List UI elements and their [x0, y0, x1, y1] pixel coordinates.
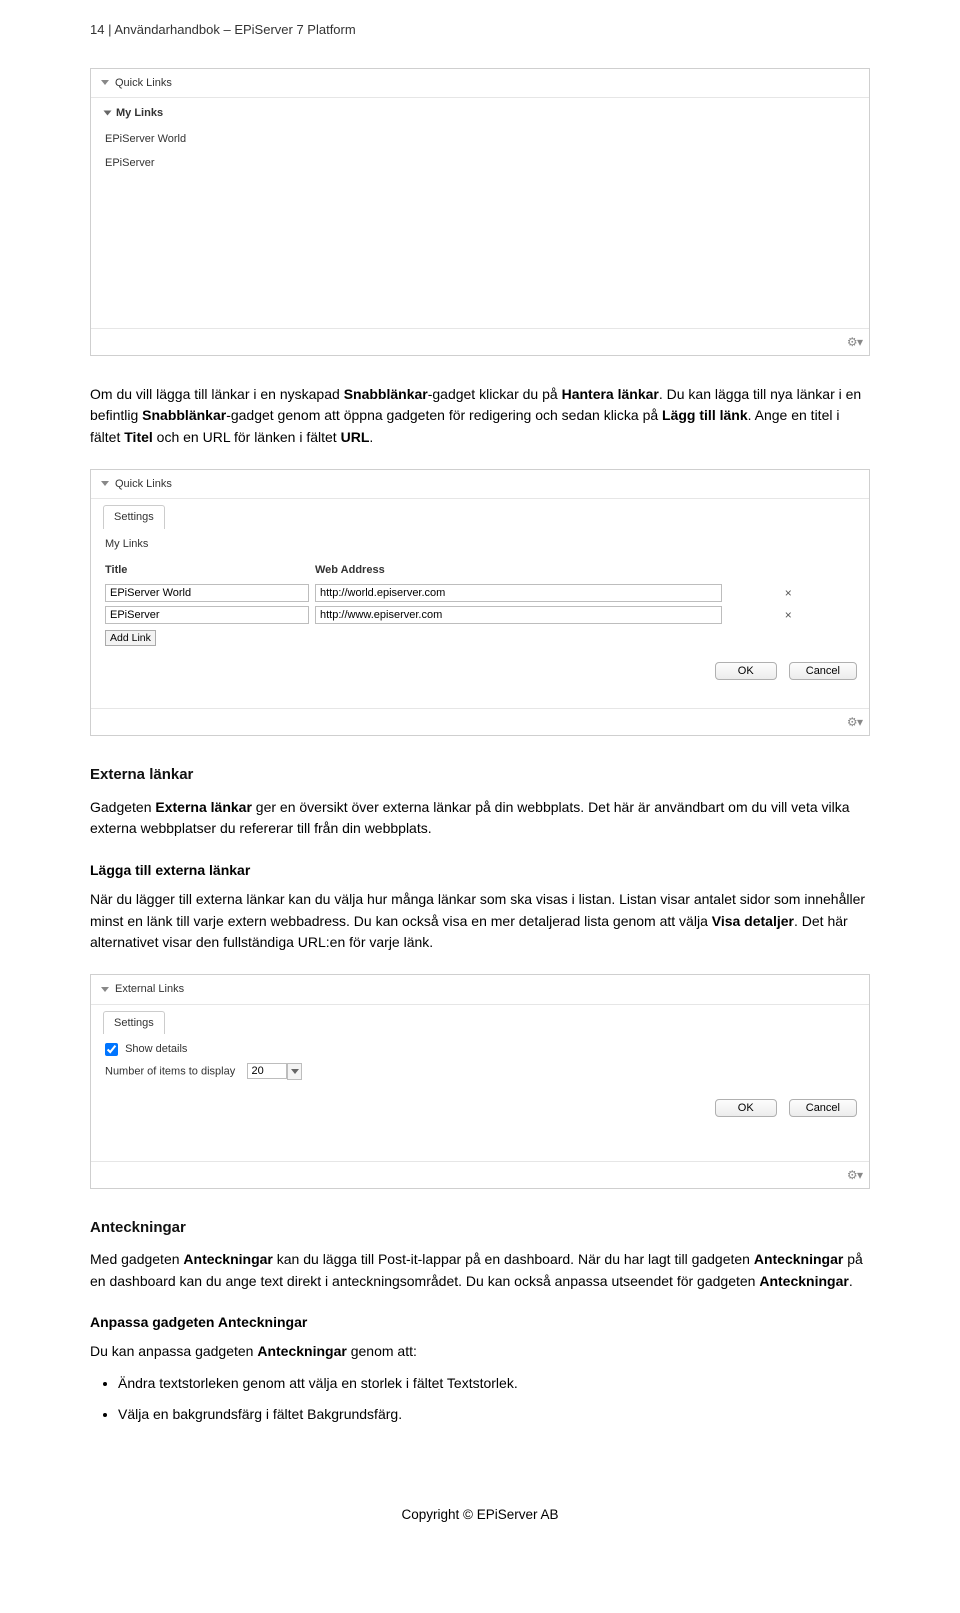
list-item: Ändra textstorleken genom att välja en s…	[118, 1373, 870, 1394]
close-icon[interactable]: ×	[785, 608, 792, 622]
subheading: Anpassa gadgeten Anteckningar	[90, 1312, 870, 1333]
ok-button[interactable]: OK	[715, 662, 777, 680]
external-links-gadget: External Links Settings Show details Num…	[90, 974, 870, 1189]
body-paragraph: Gadgeten Externa länkar ger en översikt …	[90, 797, 870, 840]
caret-down-icon	[104, 111, 112, 116]
close-icon[interactable]: ×	[785, 586, 792, 600]
url-input[interactable]	[315, 584, 722, 602]
chevron-down-icon	[101, 481, 109, 486]
list-item: Välja en bakgrundsfärg i fältet Bakgrund…	[118, 1404, 870, 1425]
show-details-checkbox[interactable]	[105, 1043, 118, 1056]
section-heading-externa: Externa länkar	[90, 764, 870, 787]
url-input[interactable]	[315, 606, 722, 624]
gadget-title-label: Quick Links	[115, 75, 172, 92]
copyright: Copyright © EPiServer AB	[90, 1505, 870, 1525]
cancel-button[interactable]: Cancel	[789, 1099, 857, 1117]
num-items-label: Number of items to display	[105, 1065, 235, 1077]
gadget-title-label: External Links	[115, 981, 184, 998]
gadget-footer: ⚙ ▾	[91, 328, 869, 355]
body-paragraph: Med gadgeten Anteckningar kan du lägga t…	[90, 1249, 870, 1292]
show-details-label: Show details	[125, 1043, 187, 1055]
gear-icon[interactable]: ⚙ ▾	[847, 713, 861, 731]
gadget-title-bar: External Links	[91, 975, 869, 1005]
quick-links-gadget-edit: Quick Links Settings My Links Title Web …	[90, 469, 870, 737]
gadget-title-label: Quick Links	[115, 476, 172, 493]
list-item[interactable]: EPiServer World	[105, 127, 855, 152]
links-table: Title Web Address × ×	[105, 558, 855, 626]
mylinks-header[interactable]: My Links	[91, 98, 869, 125]
link-list: EPiServer World EPiServer	[91, 125, 869, 178]
table-row: ×	[105, 604, 855, 626]
add-link-button[interactable]: Add Link	[105, 630, 156, 646]
gadget-title-bar: Quick Links	[91, 69, 869, 99]
page-header: 14 | Användarhandbok – EPiServer 7 Platf…	[90, 20, 870, 40]
quick-links-gadget-view: Quick Links My Links EPiServer World EPi…	[90, 68, 870, 356]
col-webaddress: Web Address	[315, 558, 728, 582]
chevron-down-icon	[101, 80, 109, 85]
empty-area	[91, 178, 869, 328]
title-input[interactable]	[105, 606, 309, 624]
num-items-input[interactable]	[247, 1063, 287, 1079]
settings-tab[interactable]: Settings	[103, 1011, 165, 1035]
col-title: Title	[105, 558, 315, 582]
gadget-footer: ⚙ ▾	[91, 708, 869, 735]
gear-icon[interactable]: ⚙ ▾	[847, 1166, 861, 1184]
title-input[interactable]	[105, 584, 309, 602]
subheading: Lägga till externa länkar	[90, 860, 870, 881]
settings-tab[interactable]: Settings	[103, 505, 165, 529]
section-heading-anteckningar: Anteckningar	[90, 1217, 870, 1240]
ok-button[interactable]: OK	[715, 1099, 777, 1117]
body-paragraph: När du lägger till externa länkar kan du…	[90, 889, 870, 954]
dropdown-icon[interactable]	[287, 1063, 302, 1080]
body-paragraph: Du kan anpassa gadgeten Anteckningar gen…	[90, 1341, 870, 1363]
gear-icon[interactable]: ⚙ ▾	[847, 333, 861, 351]
cancel-button[interactable]: Cancel	[789, 662, 857, 680]
gadget-title-bar: Quick Links	[91, 470, 869, 500]
bullet-list: Ändra textstorleken genom att välja en s…	[96, 1373, 870, 1425]
chevron-down-icon	[101, 987, 109, 992]
gadget-footer: ⚙ ▾	[91, 1161, 869, 1188]
mylinks-label: My Links	[105, 534, 855, 559]
mylinks-label: My Links	[116, 105, 163, 122]
list-item[interactable]: EPiServer	[105, 151, 855, 176]
table-row: ×	[105, 582, 855, 604]
body-paragraph: Om du vill lägga till länkar i en nyskap…	[90, 384, 870, 449]
